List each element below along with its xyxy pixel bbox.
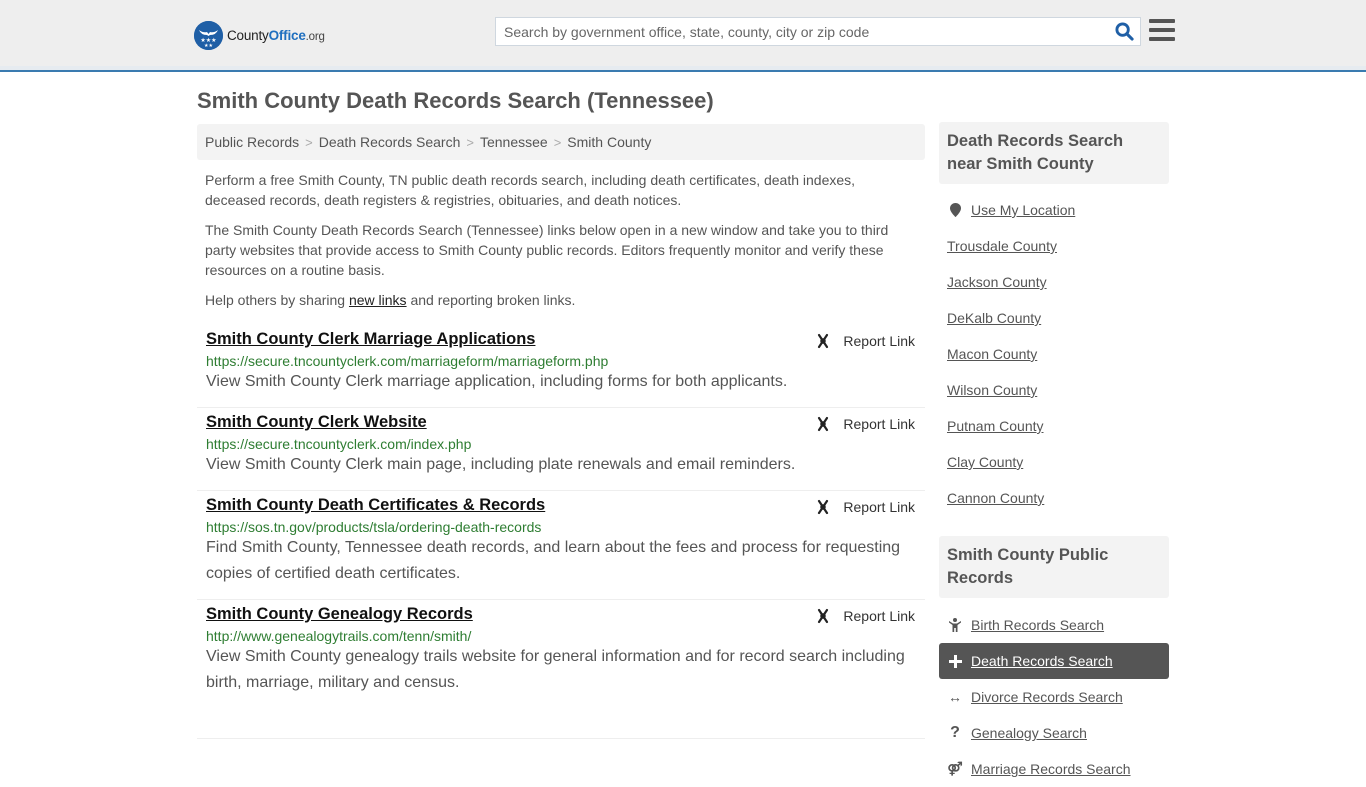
breadcrumb-death-records-search[interactable]: Death Records Search xyxy=(319,134,461,150)
hamburger-menu-button[interactable] xyxy=(1149,19,1175,43)
result-title-link[interactable]: Smith County Genealogy Records xyxy=(206,605,473,624)
result-title-link[interactable]: Smith County Death Certificates & Record… xyxy=(206,496,545,515)
result-description: View Smith County Clerk main page, inclu… xyxy=(206,456,796,473)
search-button[interactable] xyxy=(1108,18,1140,45)
result-item: Smith County Genealogy Records Report Li… xyxy=(197,600,925,739)
county-link-jackson[interactable]: Jackson County xyxy=(947,274,1047,290)
result-item: Smith County Clerk Website Report Link h… xyxy=(197,408,925,491)
search-bar xyxy=(495,17,1141,46)
cross-icon xyxy=(947,654,963,668)
breadcrumb-separator: > xyxy=(305,134,313,150)
use-my-location-item: Use My Location xyxy=(939,192,1169,228)
nearby-county-item: Putnam County xyxy=(939,408,1169,444)
hamburger-menu-icon xyxy=(1149,19,1175,23)
page-title: Smith County Death Records Search (Tenne… xyxy=(197,88,714,113)
county-link-putnam[interactable]: Putnam County xyxy=(947,418,1044,434)
report-link-button[interactable]: Report Link xyxy=(815,333,915,349)
marriage-records-link[interactable]: Marriage Records Search xyxy=(971,761,1131,777)
result-url: https://secure.tncountyclerk.com/marriag… xyxy=(206,353,609,369)
use-my-location-link[interactable]: Use My Location xyxy=(971,202,1075,218)
search-input[interactable] xyxy=(496,18,1108,45)
nearby-counties-list: Use My Location Trousdale County Jackson… xyxy=(939,184,1169,516)
intro-paragraph: The Smith County Death Records Search (T… xyxy=(205,222,889,278)
nearby-county-item: Trousdale County xyxy=(939,228,1169,264)
sidebar-item-birth-records[interactable]: Birth Records Search xyxy=(939,607,1169,643)
sidebar-item-divorce-records[interactable]: ↔ Divorce Records Search xyxy=(939,679,1169,715)
nearby-county-item: Wilson County xyxy=(939,372,1169,408)
share-links-paragraph: Help others by sharing new links and rep… xyxy=(205,292,576,308)
county-link-cannon[interactable]: Cannon County xyxy=(947,490,1044,506)
svg-text:★★: ★★ xyxy=(204,43,213,49)
result-url: http://www.genealogytrails.com/tenn/smit… xyxy=(206,628,472,644)
result-title-link[interactable]: Smith County Clerk Marriage Applications xyxy=(206,330,535,349)
county-link-wilson[interactable]: Wilson County xyxy=(947,382,1037,398)
logo-wordmark: CountyOffice.org xyxy=(227,27,325,43)
birth-records-link[interactable]: Birth Records Search xyxy=(971,617,1104,633)
public-records-heading: Smith County Public Records xyxy=(939,536,1169,598)
public-records-list: Birth Records Search Death Records Searc… xyxy=(939,598,1169,787)
result-url: https://sos.tn.gov/products/tsla/orderin… xyxy=(206,519,542,535)
breadcrumb: Public Records > Death Records Search > … xyxy=(197,124,925,160)
nearby-county-item: Jackson County xyxy=(939,264,1169,300)
arrows-horizontal-icon: ↔ xyxy=(948,689,962,705)
breadcrumb-tennessee[interactable]: Tennessee xyxy=(480,134,548,150)
result-description: Find Smith County, Tennessee death recor… xyxy=(206,539,901,582)
intro-text: Perform a free Smith County, TN public d… xyxy=(205,170,905,320)
county-link-clay[interactable]: Clay County xyxy=(947,454,1023,470)
result-url: https://secure.tncountyclerk.com/index.p… xyxy=(206,436,472,452)
search-icon xyxy=(1114,22,1134,41)
child-icon xyxy=(947,618,963,632)
broken-link-icon xyxy=(818,608,829,624)
breadcrumb-separator: > xyxy=(466,134,474,150)
death-records-link[interactable]: Death Records Search xyxy=(971,653,1113,669)
result-description: View Smith County Clerk marriage applica… xyxy=(206,373,788,390)
new-links-link[interactable]: new links xyxy=(349,292,407,308)
nearby-county-item: Macon County xyxy=(939,336,1169,372)
county-link-macon[interactable]: Macon County xyxy=(947,346,1037,362)
report-link-button[interactable]: Report Link xyxy=(815,416,915,432)
nearby-county-item: Clay County xyxy=(939,444,1169,480)
result-description: View Smith County genealogy trails websi… xyxy=(206,648,905,691)
divorce-records-link[interactable]: Divorce Records Search xyxy=(971,689,1123,705)
genealogy-link[interactable]: Genealogy Search xyxy=(971,725,1087,741)
question-icon: ? xyxy=(950,724,960,741)
result-title-link[interactable]: Smith County Clerk Website xyxy=(206,413,427,432)
result-item: Smith County Death Certificates & Record… xyxy=(197,491,925,600)
marriage-icon: ⚤ xyxy=(947,761,963,776)
sidebar-item-marriage-records[interactable]: ⚤ Marriage Records Search xyxy=(939,751,1169,787)
county-link-trousdale[interactable]: Trousdale County xyxy=(947,238,1057,254)
eagle-logo-icon: ★★★ ★★ xyxy=(194,20,223,50)
result-item: Smith County Clerk Marriage Applications… xyxy=(197,325,925,408)
report-link-button[interactable]: Report Link xyxy=(815,608,915,624)
breadcrumb-public-records[interactable]: Public Records xyxy=(205,134,299,150)
sidebar: Death Records Search near Smith County U… xyxy=(939,122,1169,787)
broken-link-icon xyxy=(818,499,829,515)
sidebar-item-genealogy[interactable]: ? Genealogy Search xyxy=(939,715,1169,751)
breadcrumb-smith-county[interactable]: Smith County xyxy=(567,134,651,150)
broken-link-icon xyxy=(818,333,829,349)
breadcrumb-separator: > xyxy=(553,134,562,150)
report-link-button[interactable]: Report Link xyxy=(815,499,915,515)
site-logo[interactable]: ★★★ ★★ CountyOffice.org xyxy=(194,20,325,50)
results-list: Smith County Clerk Marriage Applications… xyxy=(197,325,925,739)
nearby-county-item: DeKalb County xyxy=(939,300,1169,336)
nearby-county-item: Cannon County xyxy=(939,480,1169,516)
intro-paragraph: Perform a free Smith County, TN public d… xyxy=(205,172,856,208)
nearby-heading: Death Records Search near Smith County xyxy=(939,122,1169,184)
map-marker-icon xyxy=(947,203,963,217)
broken-link-icon xyxy=(818,416,829,432)
county-link-dekalb[interactable]: DeKalb County xyxy=(947,310,1041,326)
sidebar-item-death-records[interactable]: Death Records Search xyxy=(939,643,1169,679)
header-divider xyxy=(0,70,1366,72)
